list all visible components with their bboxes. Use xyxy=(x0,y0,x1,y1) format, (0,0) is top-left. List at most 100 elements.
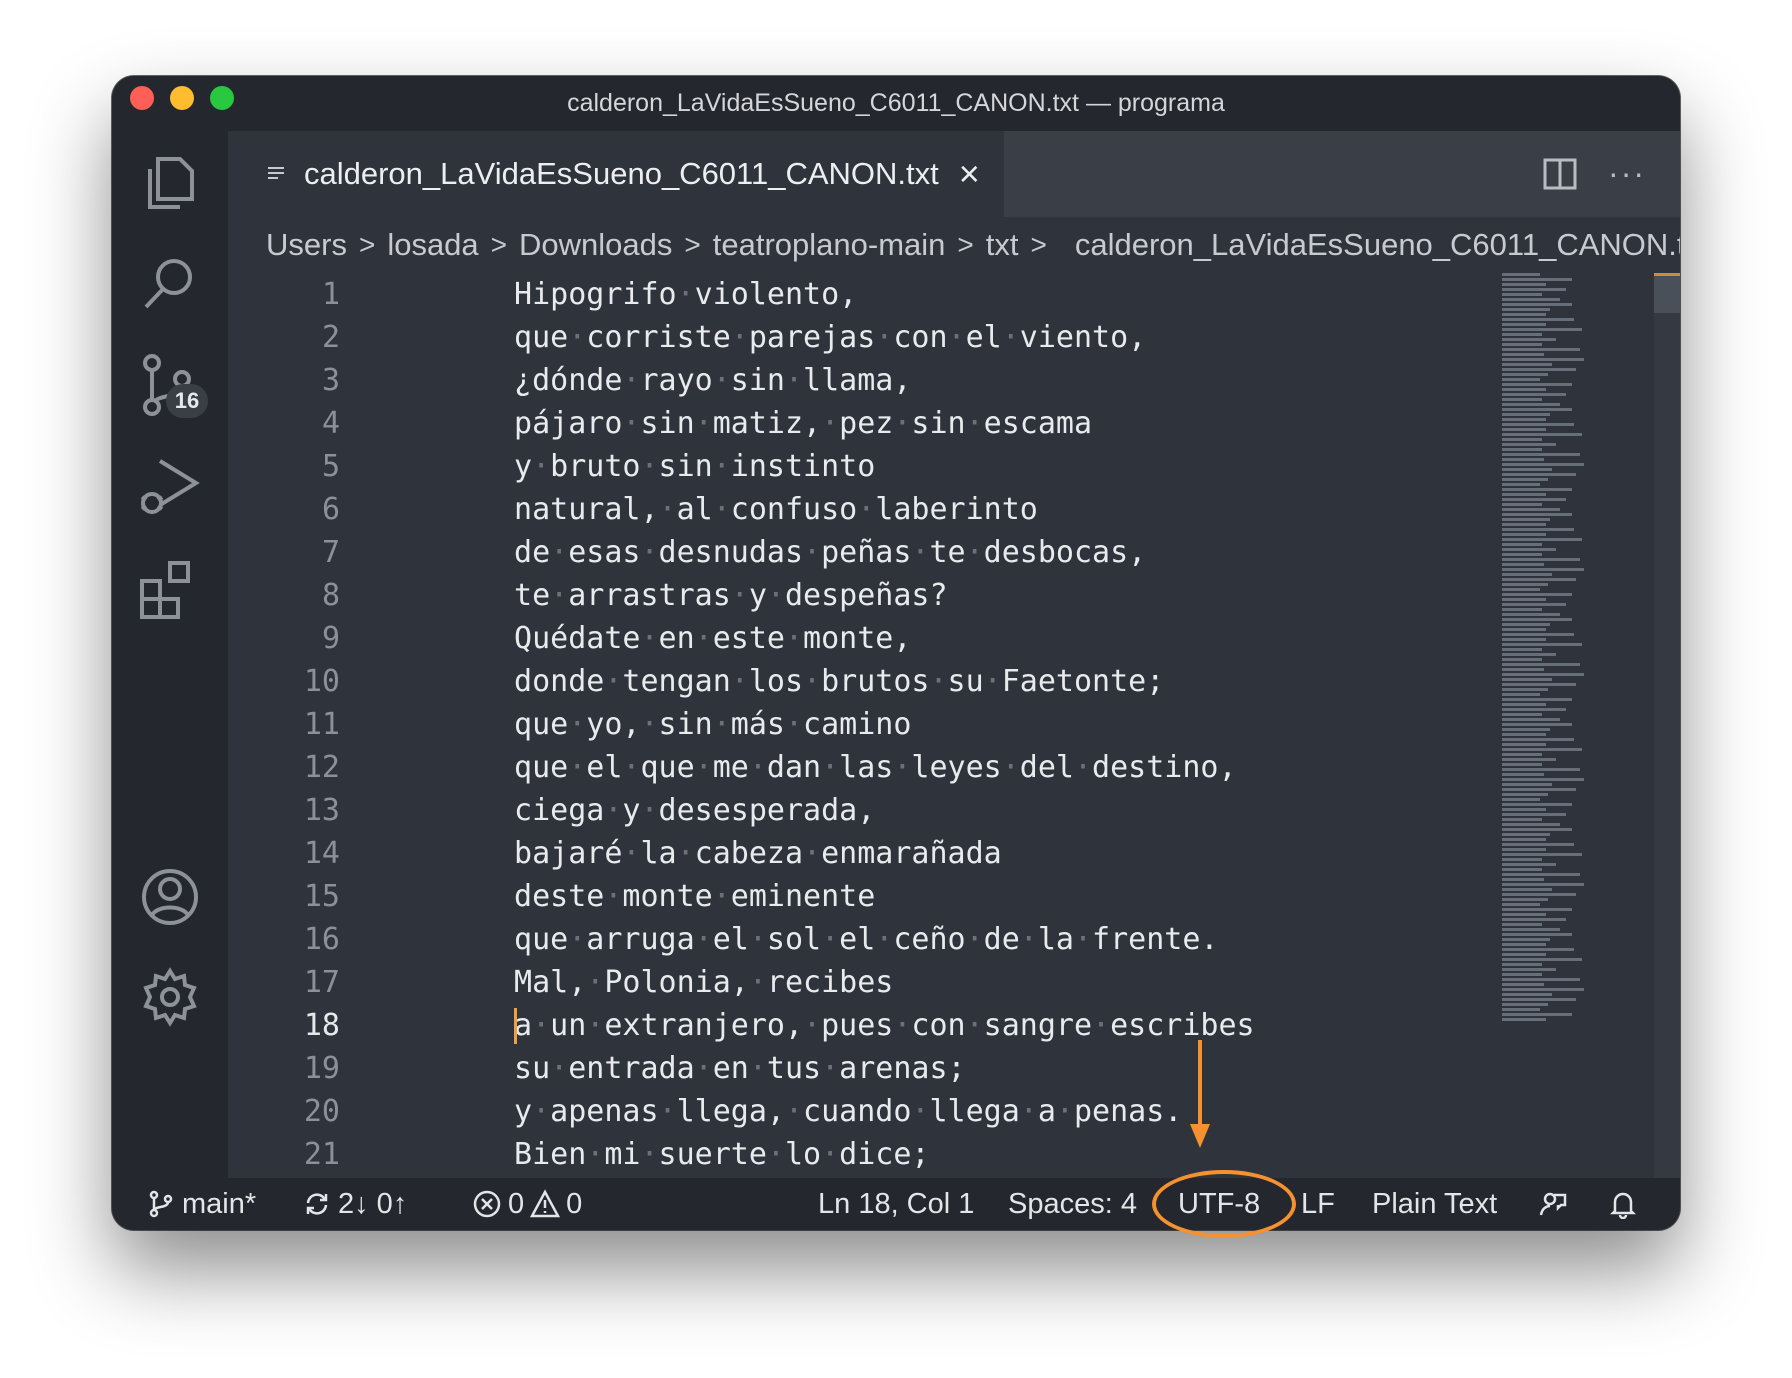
more-actions-icon[interactable]: ··· xyxy=(1608,155,1646,192)
minimap-line xyxy=(1502,648,1542,651)
minimap-line xyxy=(1502,333,1542,336)
code-line[interactable]: 2 que·corriste·parejas·con·el·viento, xyxy=(228,316,1528,359)
code-line[interactable]: 12 que·el·que·me·dan·las·leyes·del·destin… xyxy=(228,746,1528,789)
minimap-line xyxy=(1502,888,1552,891)
minimize-window-button[interactable] xyxy=(170,86,194,110)
code-line[interactable]: 21 Bien·mi·suerte·lo·dice; xyxy=(228,1133,1528,1176)
line-text: que·arruga·el·sol·el·ceño·de·la·frente. xyxy=(514,922,1219,957)
code-line[interactable]: 19 su·entrada·en·tus·arenas; xyxy=(228,1047,1528,1090)
breadcrumb-txt[interactable]: txt xyxy=(986,227,1019,263)
minimap-line xyxy=(1502,883,1584,886)
scrollbar-thumb[interactable] xyxy=(1654,273,1680,313)
line-text: pájaro·sin·matiz,·pez·sin·escama xyxy=(514,406,1092,441)
minimap-line xyxy=(1502,928,1560,931)
status-branch[interactable]: main* xyxy=(146,1178,256,1230)
minimap-line xyxy=(1502,463,1584,466)
code-line[interactable]: 13 ciega·y·desesperada, xyxy=(228,789,1528,832)
line-text: su·entrada·en·tus·arenas; xyxy=(514,1051,966,1086)
minimap-line xyxy=(1502,568,1584,571)
minimap-line xyxy=(1502,1008,1540,1011)
tab-close-icon[interactable]: × xyxy=(959,153,980,195)
minimap-line xyxy=(1502,938,1550,941)
code-line[interactable]: 17 Mal,·Polonia,·recibes xyxy=(228,961,1528,1004)
code-editor[interactable]: 1 Hipogrifo·violento, 2 que·corriste·pareja… xyxy=(228,273,1520,1178)
code-line[interactable]: 10 donde·tengan·los·brutos·su·Faetonte; xyxy=(228,660,1528,703)
code-line[interactable]: 5 y·bruto·sin·instinto xyxy=(228,445,1528,488)
branch-icon xyxy=(149,1190,173,1218)
line-number: 14 xyxy=(303,836,340,871)
line-number: 7 xyxy=(321,535,340,570)
code-line[interactable]: 15 deste·monte·eminente xyxy=(228,875,1528,918)
search-icon[interactable] xyxy=(136,249,204,317)
minimap-line xyxy=(1502,433,1582,436)
status-indentation[interactable]: Spaces: 4 xyxy=(1008,1178,1137,1230)
minimap-line xyxy=(1502,598,1546,601)
minimap-line xyxy=(1502,738,1574,741)
status-eol[interactable]: LF xyxy=(1301,1178,1335,1230)
minimap-line xyxy=(1502,383,1572,386)
code-line[interactable]: 9 Quédate·en·este·monte, xyxy=(228,617,1528,660)
vertical-scrollbar[interactable] xyxy=(1654,273,1680,1178)
maximize-window-button[interactable] xyxy=(210,86,234,110)
minimap-line xyxy=(1502,348,1580,351)
minimap-line xyxy=(1502,618,1572,621)
notifications-bell-icon[interactable] xyxy=(1608,1178,1638,1230)
minimap-line xyxy=(1502,763,1542,766)
code-line[interactable]: 3 ¿dónde·rayo·sin·llama, xyxy=(228,359,1528,402)
line-number: 6 xyxy=(321,492,340,527)
code-line[interactable]: 4 pájaro·sin·matiz,·pez·sin·escama xyxy=(228,402,1528,445)
breadcrumb-teatroplano[interactable]: teatroplano-main xyxy=(713,227,946,263)
minimap-line xyxy=(1502,323,1546,326)
line-text: natural,·al·confuso·laberinto xyxy=(514,492,1038,527)
window-title: calderon_LaVidaEsSueno_C6011_CANON.txt —… xyxy=(567,89,1225,117)
breadcrumb-losada[interactable]: losada xyxy=(387,227,478,263)
minimap[interactable] xyxy=(1502,273,1652,1178)
title-bar: calderon_LaVidaEsSueno_C6011_CANON.txt —… xyxy=(112,76,1680,131)
minimap-line xyxy=(1502,338,1556,341)
minimap-line xyxy=(1502,548,1556,551)
line-number: 1 xyxy=(321,277,340,312)
split-editor-icon[interactable] xyxy=(1542,156,1578,192)
minimap-line xyxy=(1502,878,1544,881)
line-text: deste·monte·eminente xyxy=(514,879,876,914)
breadcrumb-users[interactable]: Users xyxy=(266,227,347,263)
code-line[interactable]: 18 a·un·extranjero,·pues·con·sangre·escri… xyxy=(228,1004,1528,1047)
close-window-button[interactable] xyxy=(130,86,154,110)
code-line[interactable]: 20 y·apenas·llega,·cuando·llega·a·penas. xyxy=(228,1090,1528,1133)
settings-gear-icon[interactable] xyxy=(136,963,204,1031)
minimap-line xyxy=(1502,903,1540,906)
minimap-line xyxy=(1502,298,1560,301)
account-icon[interactable] xyxy=(136,863,204,931)
sync-counts: 2↓ 0↑ xyxy=(338,1187,408,1220)
minimap-line xyxy=(1502,538,1582,541)
minimap-line xyxy=(1502,913,1546,916)
minimap-line xyxy=(1502,358,1584,361)
status-problems[interactable]: 0 0 xyxy=(472,1178,582,1230)
line-text: y·bruto·sin·instinto xyxy=(514,449,876,484)
code-line[interactable]: 8 te·arrastras·y·despeñas? xyxy=(228,574,1528,617)
minimap-line xyxy=(1502,293,1542,296)
editor-actions: ··· xyxy=(1542,155,1646,192)
line-number: 11 xyxy=(303,707,340,742)
tab-active-file[interactable]: calderon_LaVidaEsSueno_C6011_CANON.txt × xyxy=(228,131,1004,217)
status-sync[interactable]: 2↓ 0↑ xyxy=(302,1178,407,1230)
status-language-mode[interactable]: Plain Text xyxy=(1372,1178,1497,1230)
code-line[interactable]: 1 Hipogrifo·violento, xyxy=(228,273,1528,316)
run-debug-icon[interactable] xyxy=(136,453,204,521)
code-line[interactable]: 16 que·arruga·el·sol·el·ceño·de·la·frente… xyxy=(228,918,1528,961)
code-line[interactable]: 11 que·yo,·sin·más·camino xyxy=(228,703,1528,746)
breadcrumb-file[interactable]: calderon_LaVidaEsSueno_C6011_CANON.txt xyxy=(1075,227,1680,263)
minimap-line xyxy=(1502,858,1542,861)
minimap-line xyxy=(1502,848,1546,851)
feedback-icon[interactable] xyxy=(1538,1178,1568,1230)
explorer-icon[interactable] xyxy=(136,149,204,217)
minimap-line xyxy=(1502,458,1544,461)
code-line[interactable]: 7 de·esas·desnudas·peñas·te·desbocas, xyxy=(228,531,1528,574)
status-cursor-position[interactable]: Ln 18, Col 1 xyxy=(818,1178,974,1230)
code-line[interactable]: 6 natural,·al·confuso·laberinto xyxy=(228,488,1528,531)
line-number: 16 xyxy=(303,922,340,957)
code-line[interactable]: 14 bajaré·la·cabeza·enmarañada xyxy=(228,832,1528,875)
extensions-icon[interactable] xyxy=(136,555,204,623)
breadcrumb-downloads[interactable]: Downloads xyxy=(519,227,672,263)
minimap-line xyxy=(1502,818,1542,821)
